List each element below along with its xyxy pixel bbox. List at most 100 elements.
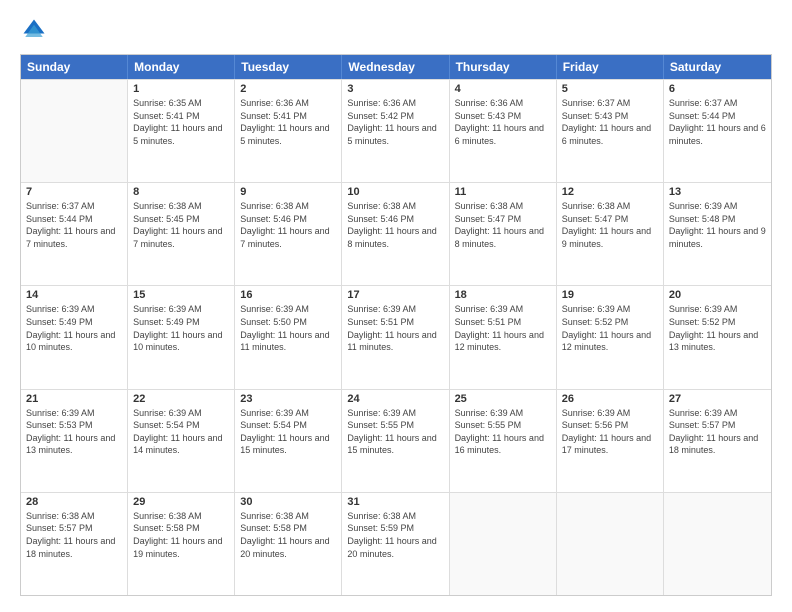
day-number: 28 (26, 496, 122, 508)
calendar-cell: 3Sunrise: 6:36 AM Sunset: 5:42 PM Daylig… (342, 80, 449, 182)
calendar-cell: 16Sunrise: 6:39 AM Sunset: 5:50 PM Dayli… (235, 286, 342, 388)
day-number: 15 (133, 289, 229, 301)
calendar-cell: 10 Sunrise: 6:38 AM Sunset: 5:46 PM Dayli… (342, 183, 449, 285)
calendar-cell: 27Sunrise: 6:39 AM Sunset: 5:57 PM Dayli… (664, 390, 771, 492)
calendar-cell: 4 Sunrise: 6:36 AM Sunset: 5:43 PM Daylig… (450, 80, 557, 182)
day-number: 25 (455, 393, 551, 405)
day-number: 31 (347, 496, 443, 508)
day-number: 12 (562, 186, 658, 198)
cell-info: Sunrise: 6:38 AM Sunset: 5:47 PM Dayligh… (455, 200, 551, 250)
weekday-header: Friday (557, 55, 664, 79)
calendar-cell: 11 Sunrise: 6:38 AM Sunset: 5:47 PM Dayli… (450, 183, 557, 285)
day-number: 21 (26, 393, 122, 405)
calendar-cell (664, 493, 771, 595)
day-number: 13 (669, 186, 766, 198)
calendar-page: SundayMondayTuesdayWednesdayThursdayFrid… (0, 0, 792, 612)
calendar-cell: 2 Sunrise: 6:36 AM Sunset: 5:41 PM Daylig… (235, 80, 342, 182)
day-number: 4 (455, 83, 551, 95)
day-number: 9 (240, 186, 336, 198)
calendar-header-row: SundayMondayTuesdayWednesdayThursdayFrid… (21, 55, 771, 79)
cell-info: Sunrise: 6:39 AM Sunset: 5:55 PM Dayligh… (347, 407, 443, 457)
weekday-header: Wednesday (342, 55, 449, 79)
header (20, 16, 772, 44)
calendar-row: 14 Sunrise: 6:39 AM Sunset: 5:49 PM Dayli… (21, 285, 771, 388)
calendar-cell: 20 Sunrise: 6:39 AM Sunset: 5:52 PM Dayli… (664, 286, 771, 388)
calendar-cell: 24 Sunrise: 6:39 AM Sunset: 5:55 PM Dayli… (342, 390, 449, 492)
day-number: 17 (347, 289, 443, 301)
day-number: 20 (669, 289, 766, 301)
weekday-header: Monday (128, 55, 235, 79)
calendar-cell (557, 493, 664, 595)
calendar-cell: 25 Sunrise: 6:39 AM Sunset: 5:55 PM Dayli… (450, 390, 557, 492)
cell-info: Sunrise: 6:38 AM Sunset: 5:59 PM Dayligh… (347, 510, 443, 560)
calendar-cell: 7 Sunrise: 6:37 AM Sunset: 5:44 PM Daylig… (21, 183, 128, 285)
calendar-cell: 28 Sunrise: 6:38 AM Sunset: 5:57 PM Dayli… (21, 493, 128, 595)
day-number: 24 (347, 393, 443, 405)
calendar: SundayMondayTuesdayWednesdayThursdayFrid… (20, 54, 772, 596)
calendar-cell: 26 Sunrise: 6:39 AM Sunset: 5:56 PM Dayli… (557, 390, 664, 492)
cell-info: Sunrise: 6:38 AM Sunset: 5:46 PM Dayligh… (347, 200, 443, 250)
calendar-cell: 19Sunrise: 6:39 AM Sunset: 5:52 PM Dayli… (557, 286, 664, 388)
day-number: 6 (669, 83, 766, 95)
calendar-cell: 6 Sunrise: 6:37 AM Sunset: 5:44 PM Daylig… (664, 80, 771, 182)
cell-info: Sunrise: 6:36 AM Sunset: 5:41 PM Dayligh… (240, 97, 336, 147)
day-number: 29 (133, 496, 229, 508)
cell-info: Sunrise: 6:39 AM Sunset: 5:54 PM Dayligh… (133, 407, 229, 457)
cell-info: Sunrise: 6:35 AM Sunset: 5:41 PM Dayligh… (133, 97, 229, 147)
cell-info: Sunrise: 6:38 AM Sunset: 5:58 PM Dayligh… (240, 510, 336, 560)
day-number: 26 (562, 393, 658, 405)
calendar-cell: 23 Sunrise: 6:39 AM Sunset: 5:54 PM Dayli… (235, 390, 342, 492)
cell-info: Sunrise: 6:39 AM Sunset: 5:56 PM Dayligh… (562, 407, 658, 457)
calendar-cell: 18 Sunrise: 6:39 AM Sunset: 5:51 PM Dayli… (450, 286, 557, 388)
cell-info: Sunrise: 6:38 AM Sunset: 5:57 PM Dayligh… (26, 510, 122, 560)
cell-info: Sunrise: 6:39 AM Sunset: 5:49 PM Dayligh… (26, 303, 122, 353)
cell-info: Sunrise: 6:39 AM Sunset: 5:52 PM Dayligh… (669, 303, 766, 353)
cell-info: Sunrise: 6:39 AM Sunset: 5:51 PM Dayligh… (455, 303, 551, 353)
calendar-cell: 14 Sunrise: 6:39 AM Sunset: 5:49 PM Dayli… (21, 286, 128, 388)
day-number: 14 (26, 289, 122, 301)
calendar-cell: 29Sunrise: 6:38 AM Sunset: 5:58 PM Dayli… (128, 493, 235, 595)
cell-info: Sunrise: 6:39 AM Sunset: 5:51 PM Dayligh… (347, 303, 443, 353)
calendar-body: 1 Sunrise: 6:35 AM Sunset: 5:41 PM Daylig… (21, 79, 771, 595)
day-number: 7 (26, 186, 122, 198)
cell-info: Sunrise: 6:39 AM Sunset: 5:57 PM Dayligh… (669, 407, 766, 457)
calendar-cell: 22 Sunrise: 6:39 AM Sunset: 5:54 PM Dayli… (128, 390, 235, 492)
day-number: 22 (133, 393, 229, 405)
cell-info: Sunrise: 6:39 AM Sunset: 5:55 PM Dayligh… (455, 407, 551, 457)
calendar-cell: 31 Sunrise: 6:38 AM Sunset: 5:59 PM Dayli… (342, 493, 449, 595)
cell-info: Sunrise: 6:38 AM Sunset: 5:47 PM Dayligh… (562, 200, 658, 250)
weekday-header: Thursday (450, 55, 557, 79)
calendar-cell: 8Sunrise: 6:38 AM Sunset: 5:45 PM Daylig… (128, 183, 235, 285)
calendar-cell: 1 Sunrise: 6:35 AM Sunset: 5:41 PM Daylig… (128, 80, 235, 182)
cell-info: Sunrise: 6:39 AM Sunset: 5:49 PM Dayligh… (133, 303, 229, 353)
cell-info: Sunrise: 6:37 AM Sunset: 5:44 PM Dayligh… (669, 97, 766, 147)
calendar-row: 7 Sunrise: 6:37 AM Sunset: 5:44 PM Daylig… (21, 182, 771, 285)
logo-icon (20, 16, 48, 44)
day-number: 3 (347, 83, 443, 95)
weekday-header: Saturday (664, 55, 771, 79)
cell-info: Sunrise: 6:39 AM Sunset: 5:54 PM Dayligh… (240, 407, 336, 457)
cell-info: Sunrise: 6:37 AM Sunset: 5:44 PM Dayligh… (26, 200, 122, 250)
calendar-cell: 21Sunrise: 6:39 AM Sunset: 5:53 PM Dayli… (21, 390, 128, 492)
cell-info: Sunrise: 6:39 AM Sunset: 5:48 PM Dayligh… (669, 200, 766, 250)
logo (20, 16, 52, 44)
calendar-cell: 9Sunrise: 6:38 AM Sunset: 5:46 PM Daylig… (235, 183, 342, 285)
cell-info: Sunrise: 6:39 AM Sunset: 5:50 PM Dayligh… (240, 303, 336, 353)
cell-info: Sunrise: 6:38 AM Sunset: 5:45 PM Dayligh… (133, 200, 229, 250)
cell-info: Sunrise: 6:36 AM Sunset: 5:43 PM Dayligh… (455, 97, 551, 147)
day-number: 11 (455, 186, 551, 198)
calendar-cell (450, 493, 557, 595)
weekday-header: Tuesday (235, 55, 342, 79)
day-number: 2 (240, 83, 336, 95)
cell-info: Sunrise: 6:39 AM Sunset: 5:52 PM Dayligh… (562, 303, 658, 353)
calendar-cell (21, 80, 128, 182)
day-number: 10 (347, 186, 443, 198)
day-number: 23 (240, 393, 336, 405)
day-number: 1 (133, 83, 229, 95)
day-number: 18 (455, 289, 551, 301)
cell-info: Sunrise: 6:37 AM Sunset: 5:43 PM Dayligh… (562, 97, 658, 147)
calendar-cell: 5Sunrise: 6:37 AM Sunset: 5:43 PM Daylig… (557, 80, 664, 182)
day-number: 30 (240, 496, 336, 508)
calendar-cell: 30 Sunrise: 6:38 AM Sunset: 5:58 PM Dayli… (235, 493, 342, 595)
calendar-cell: 17 Sunrise: 6:39 AM Sunset: 5:51 PM Dayli… (342, 286, 449, 388)
